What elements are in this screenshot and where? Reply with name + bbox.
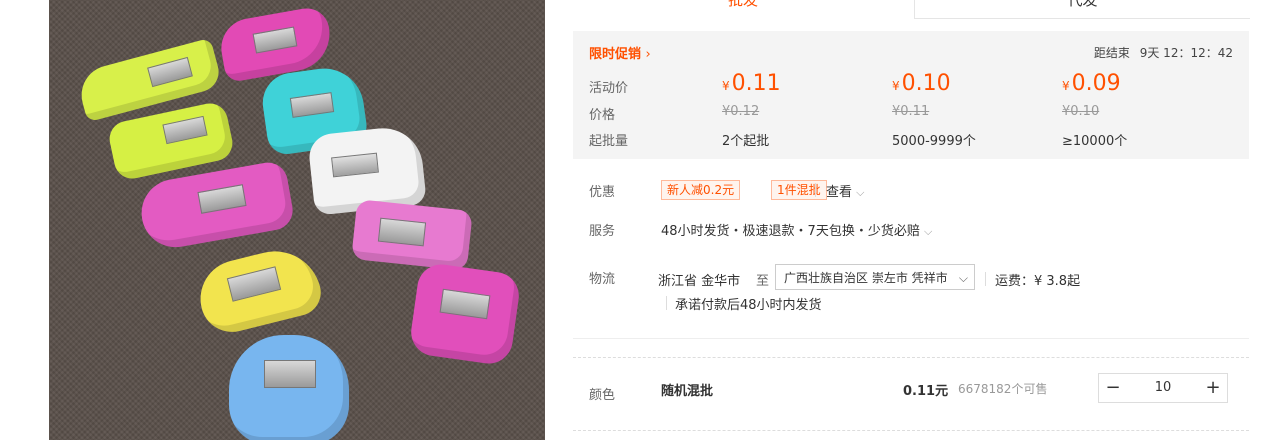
shipping-to-label: 至 — [756, 274, 770, 289]
divider — [985, 272, 986, 286]
tier-3-original-price: ¥0.10 — [1062, 104, 1100, 119]
currency-symbol: ¥ — [892, 79, 900, 93]
product-photo — [49, 0, 545, 440]
currency-symbol: ¥ — [1062, 79, 1070, 93]
countdown: 距结束 9天 12：12：42 — [1094, 44, 1233, 61]
chevron-right-icon: › — [645, 47, 651, 62]
price-box: 限时促销 › 距结束 9天 12：12：42 活动价 价格 起批量 ¥0.11 … — [573, 31, 1249, 159]
blade — [377, 217, 427, 247]
blade — [264, 360, 316, 388]
currency-symbol: ¥ — [722, 79, 730, 93]
sku-name: 随机混批 — [661, 384, 714, 399]
section-divider — [573, 338, 1249, 339]
shipping-origin: 浙江省 金华市 — [658, 274, 741, 289]
limited-promo-link[interactable]: 限时促销 › — [589, 43, 651, 62]
tier-3-activity-value: 0.09 — [1071, 71, 1121, 96]
tier-1-activity-value: 0.11 — [731, 71, 781, 96]
tier-1-activity-price: ¥0.11 — [722, 71, 781, 96]
increase-quantity-button[interactable]: + — [1199, 374, 1227, 402]
decrease-quantity-button[interactable]: − — [1099, 374, 1127, 402]
tier-2-activity-price: ¥0.10 — [892, 71, 951, 96]
tier-3-activity-price: ¥0.09 — [1062, 71, 1121, 96]
tier-1-quantity: 2个起批 — [722, 134, 770, 149]
moq-label: 起批量 — [589, 134, 629, 149]
destination-value: 广西壮族自治区 崇左市 凭祥市 — [784, 271, 948, 285]
chevron-down-icon: ⌵ — [923, 225, 933, 238]
service-text: 48小时发货・极速退款・7天包换・少货必赔 — [661, 224, 920, 239]
sku-price: 0.11元 — [903, 384, 949, 399]
shipping-promise: 承诺付款后48小时内发货 — [675, 298, 822, 313]
view-offers-label: 查看 — [826, 185, 853, 200]
logistics-label: 物流 — [589, 272, 616, 287]
destination-select[interactable]: 广西壮族自治区 崇左市 凭祥市 ⌵ — [775, 264, 975, 290]
tab-wholesale[interactable]: 批发 — [573, 0, 913, 18]
offer-tag-newcomer[interactable]: 新人减0.2元 — [661, 180, 741, 200]
chevron-down-icon: ⌵ — [856, 186, 865, 199]
tier-3-quantity: ≥10000个 — [1062, 134, 1128, 149]
quantity-input[interactable]: 10 — [1127, 374, 1199, 402]
view-offers-button[interactable]: 查看 ⌵ — [826, 181, 865, 200]
service-label: 服务 — [589, 224, 616, 239]
sku-stock: 6678182个可售 — [958, 382, 1048, 396]
price-label: 价格 — [589, 108, 616, 123]
tier-2-activity-value: 0.10 — [901, 71, 951, 96]
tier-1-original-price: ¥0.12 — [722, 104, 760, 119]
dashed-divider — [573, 430, 1249, 431]
tab-dropship[interactable]: 代发 — [914, 0, 1250, 19]
offers-label: 优惠 — [589, 185, 616, 200]
promo-title: 限时促销 — [589, 47, 642, 62]
chevron-down-icon: ⌵ — [958, 271, 968, 285]
countdown-value: 9天 12：12：42 — [1139, 46, 1233, 60]
shipping-fee: 运费：¥ 3.8起 — [995, 274, 1081, 289]
tier-2-original-price: ¥0.11 — [892, 104, 930, 119]
tab-bar: 批发 代发 — [573, 0, 1250, 19]
divider — [666, 296, 667, 310]
countdown-label: 距结束 — [1093, 46, 1130, 60]
quantity-stepper: − 10 + — [1098, 373, 1228, 403]
service-guarantees[interactable]: 48小时发货・极速退款・7天包换・少货必赔 ⌵ — [661, 220, 932, 239]
color-label: 颜色 — [589, 388, 616, 403]
dashed-divider — [573, 357, 1249, 358]
divider — [815, 183, 816, 197]
tier-2-quantity: 5000-9999个 — [892, 134, 976, 149]
offer-tag-mixed-batch[interactable]: 1件混批 — [771, 180, 827, 200]
activity-price-label: 活动价 — [589, 81, 629, 96]
